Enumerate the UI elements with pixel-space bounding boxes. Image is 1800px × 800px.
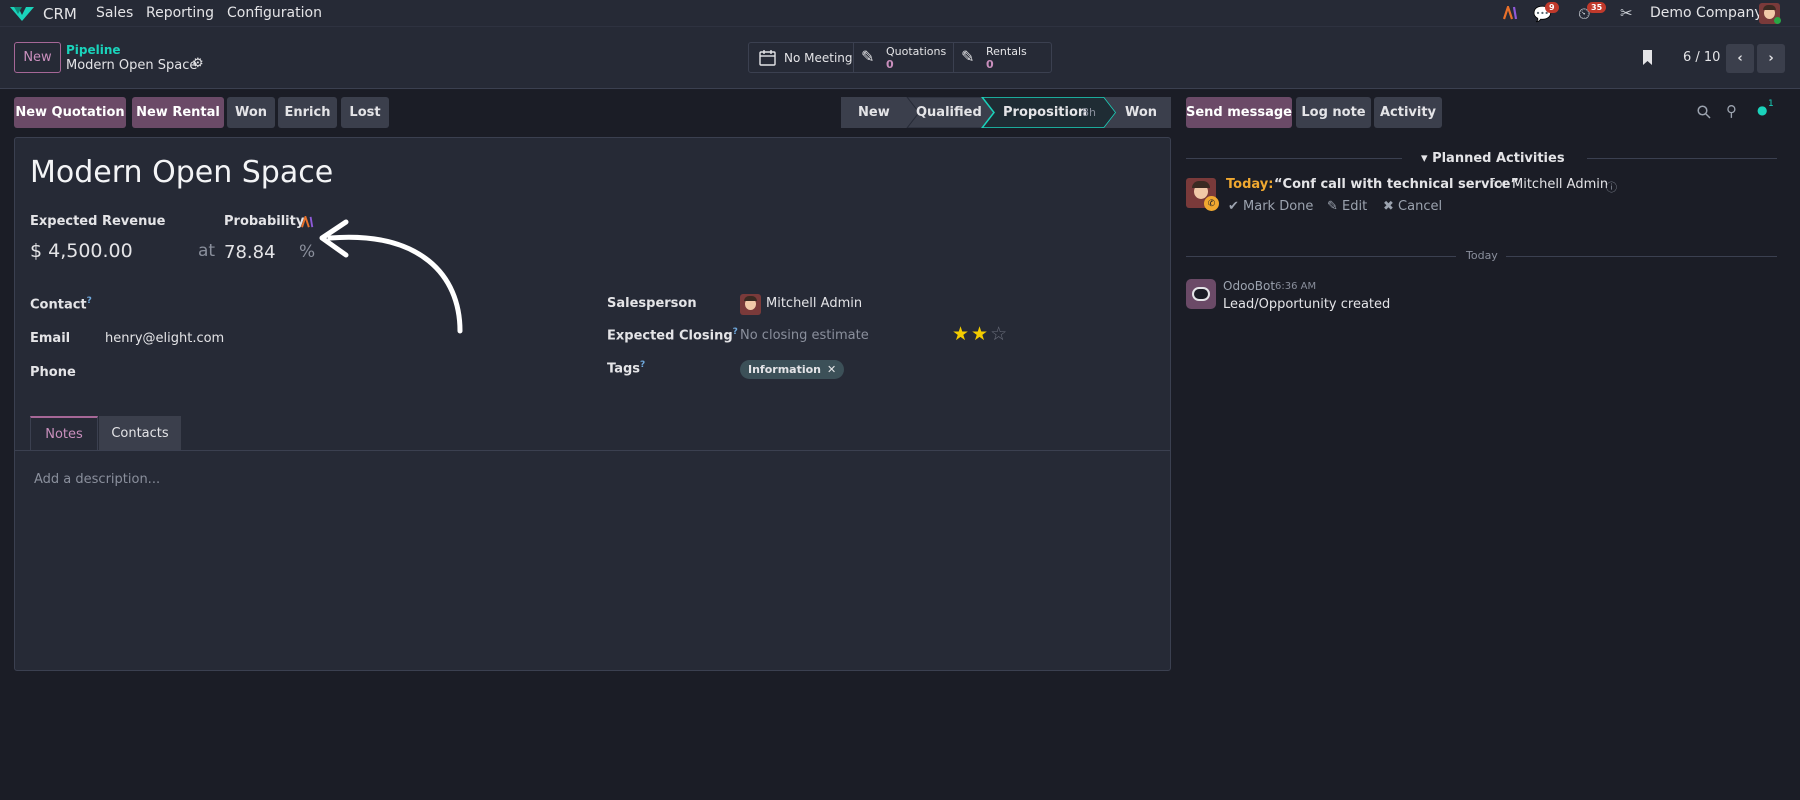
tags-label: Tags? (607, 360, 646, 377)
crm-logo-icon[interactable] (10, 5, 34, 21)
breadcrumb-current: Modern Open Space (66, 58, 198, 73)
won-button[interactable]: Won (227, 97, 275, 128)
control-panel: New Pipeline Modern Open Space ⚙ No Meet… (0, 27, 1800, 89)
salesperson-label: Salesperson (607, 296, 697, 311)
priority-stars[interactable]: ★★☆ (952, 323, 1009, 345)
stage-won-label: Won (1125, 105, 1158, 120)
activities-badge: 35 (1587, 2, 1607, 13)
star-filled-icon[interactable]: ★ (952, 323, 971, 345)
tools-icon[interactable]: ✂ (1620, 4, 1633, 22)
divider-right (1587, 158, 1777, 159)
edit-icon: ✎ (961, 47, 975, 66)
pencil-icon: ✎ (1327, 199, 1343, 214)
contact-label: Contact? (30, 296, 92, 313)
divider-right (1506, 256, 1777, 257)
app-name[interactable]: CRM (43, 5, 77, 23)
probability-label: Probability (224, 214, 305, 229)
divider-left (1186, 158, 1402, 159)
phone-label: Phone (30, 365, 76, 380)
message-author[interactable]: OdooBot (1223, 279, 1275, 293)
stage-qualified-label: Qualified (916, 105, 982, 120)
edit-link[interactable]: ✎ Edit (1327, 199, 1367, 214)
chevron-left-icon: ‹ (1737, 51, 1743, 66)
info-icon[interactable]: ⓘ (1606, 179, 1617, 195)
activity-due-label: Today: (1226, 177, 1274, 192)
presence-indicator (1774, 17, 1781, 24)
edit-icon: ✎ (861, 47, 875, 66)
tab-divider (15, 450, 1170, 451)
expected-closing-label: Expected Closing? (607, 327, 738, 344)
expected-closing-field[interactable]: No closing estimate (740, 328, 869, 343)
search-icon[interactable] (1697, 105, 1711, 119)
rentals-smart-button[interactable]: ✎ Rentals 0 (954, 43, 1052, 72)
star-filled-icon[interactable]: ★ (971, 323, 990, 345)
salesperson-field[interactable]: Mitchell Admin (766, 296, 862, 311)
gear-icon[interactable]: ⚙ (192, 56, 204, 71)
stage-proposition-time: 8h (1082, 106, 1096, 119)
cancel-link[interactable]: ✖ Cancel (1383, 199, 1442, 214)
ai-icon[interactable] (1503, 6, 1519, 20)
opportunity-title[interactable]: Modern Open Space (30, 155, 333, 190)
pager-next-button[interactable]: › (1757, 44, 1785, 73)
messages-badge: 9 (1545, 2, 1559, 13)
star-empty-icon[interactable]: ☆ (990, 323, 1009, 345)
message-time: 6:36 AM (1275, 281, 1317, 292)
calendar-icon (759, 50, 776, 66)
activity-button[interactable]: Activity (1374, 97, 1442, 128)
new-rental-button[interactable]: New Rental (132, 97, 224, 128)
email-label: Email (30, 331, 71, 346)
top-navbar: CRM Sales Reporting Configuration 💬 9 ⏲ … (0, 0, 1800, 27)
followers-icon[interactable]: ● (1757, 103, 1767, 117)
odoobot-avatar (1186, 279, 1216, 309)
menu-sales[interactable]: Sales (96, 5, 133, 21)
at-label: at (198, 241, 216, 261)
smart-buttons: No Meeting ✎ Quotations 0 ✎ Rentals 0 (748, 42, 1052, 73)
expected-revenue-label: Expected Revenue (30, 214, 166, 229)
phone-icon: ✆ (1204, 196, 1219, 211)
send-message-button[interactable]: Send message (1186, 97, 1292, 128)
paperclip-icon[interactable]: ⚲ (1726, 102, 1737, 120)
pager-value[interactable]: 6 / 10 (1683, 50, 1720, 65)
form-sheet: Modern Open Space Expected Revenue $ 4,5… (14, 137, 1171, 671)
tag-chip[interactable]: Information ✕ (740, 360, 845, 379)
close-icon: ✖ (1383, 199, 1399, 214)
probability-value[interactable]: 78.84 (224, 242, 276, 263)
pager-previous-button[interactable]: ‹ (1726, 44, 1754, 73)
description-field[interactable]: Add a description... (34, 472, 160, 487)
message-body: Lead/Opportunity created (1223, 297, 1391, 312)
new-record-button[interactable]: New (14, 42, 61, 73)
menu-configuration[interactable]: Configuration (227, 5, 322, 21)
stage-proposition-label: Proposition (1003, 105, 1088, 120)
planned-activities-toggle[interactable]: ▾ Planned Activities (1421, 151, 1565, 166)
mark-done-link[interactable]: ✔ Mark Done (1228, 199, 1313, 214)
date-divider: Today (1466, 249, 1498, 262)
breadcrumb-pipeline[interactable]: Pipeline (66, 43, 121, 57)
new-quotation-button[interactable]: New Quotation (14, 97, 126, 128)
bookmark-icon[interactable] (1641, 49, 1654, 66)
divider-left (1186, 256, 1456, 257)
lost-button[interactable]: Lost (341, 97, 389, 128)
company-switcher[interactable]: Demo Company (1650, 5, 1763, 21)
chevron-right-icon: › (1768, 51, 1774, 66)
followers-count: 1 (1768, 99, 1774, 109)
activity-summary: “Conf call with technical service” (1274, 177, 1519, 192)
tab-contacts[interactable]: Contacts (99, 416, 181, 450)
meeting-smart-button[interactable]: No Meeting (749, 43, 854, 72)
enrich-button[interactable]: Enrich (278, 97, 337, 128)
log-note-button[interactable]: Log note (1296, 97, 1371, 128)
quotations-smart-button[interactable]: ✎ Quotations 0 (854, 43, 954, 72)
expected-revenue-value[interactable]: $ 4,500.00 (30, 240, 133, 262)
tab-notes[interactable]: Notes (30, 416, 98, 450)
menu-reporting[interactable]: Reporting (146, 5, 214, 21)
annotation-arrow (319, 219, 463, 334)
close-icon[interactable]: ✕ (827, 363, 836, 376)
activity-assignee: for Mitchell Admin (1490, 177, 1609, 192)
stage-new-label: New (858, 105, 890, 120)
email-field[interactable]: henry@elight.com (105, 331, 224, 346)
check-icon: ✔ (1228, 199, 1244, 214)
salesperson-avatar (740, 294, 761, 315)
caret-down-icon: ▾ (1421, 151, 1433, 166)
